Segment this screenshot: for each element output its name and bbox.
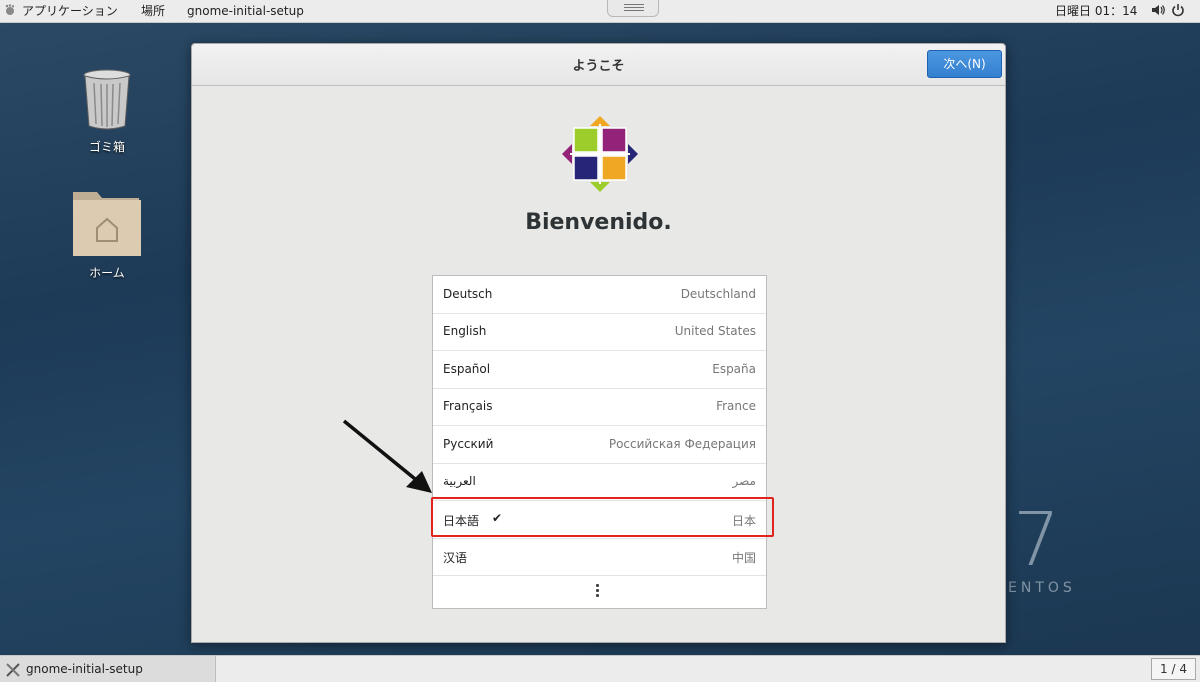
more-vertical-icon [596, 584, 600, 599]
home-folder-icon [73, 192, 141, 256]
overview-handle[interactable] [607, 0, 659, 17]
language-list: Deutsch Deutschland English United State… [432, 275, 767, 609]
window-title: ようこそ [572, 59, 625, 74]
selection-highlight-box [431, 497, 774, 537]
language-region: United States [674, 324, 756, 338]
language-region: España [712, 362, 756, 376]
more-languages-button[interactable] [433, 574, 766, 608]
taskbar-window-button[interactable]: gnome-initial-setup [0, 656, 216, 682]
language-region: 中国 [731, 551, 756, 565]
annotation-arrow-icon [342, 419, 432, 493]
language-name: Español [443, 362, 491, 376]
taskbar-window-label: gnome-initial-setup [26, 662, 143, 676]
welcome-heading: Bienvenido. [525, 210, 672, 235]
language-name: العربية [443, 474, 476, 488]
gnome-foot-icon [5, 4, 15, 15]
centos-logo-icon [562, 116, 638, 192]
language-row[interactable]: العربية مصر [433, 463, 766, 501]
centos-watermark-number: 7 [1013, 497, 1061, 583]
language-region: Российская Федерация [608, 437, 756, 451]
bottom-panel: gnome-initial-setup 1 / 4 [0, 655, 1200, 682]
clock[interactable]: 日曜日 01：14 [1055, 4, 1137, 19]
trash-label: ゴミ箱 [88, 140, 125, 154]
trash-icon [83, 69, 131, 130]
language-row[interactable]: 汉语 中国 [433, 538, 766, 576]
language-region: Deutschland [680, 287, 756, 301]
language-name: Français [443, 399, 493, 413]
initial-setup-window: ようこそ 次へ(N) Bienvenido. Deutsch Deutschla… [191, 43, 1006, 643]
language-row[interactable]: English United States [433, 313, 766, 351]
language-row[interactable]: Русский Российская Федерация [433, 426, 766, 464]
desktop-trash[interactable]: ゴミ箱 [62, 66, 152, 154]
language-name: Русский [443, 437, 494, 451]
top-panel: アプリケーション 場所 gnome-initial-setup 日曜日 01：1… [0, 0, 1200, 23]
language-row[interactable]: Español España [433, 351, 766, 389]
home-label: ホーム [89, 266, 125, 280]
language-name: English [443, 324, 487, 338]
window-header: ようこそ 次へ(N) [192, 44, 1005, 86]
language-name: 汉语 [443, 551, 468, 565]
language-name: Deutsch [443, 287, 493, 301]
desktop-home[interactable]: ホーム [62, 186, 152, 280]
power-icon[interactable] [1171, 3, 1185, 21]
language-region: مصر [732, 474, 756, 488]
language-row[interactable]: Deutsch Deutschland [433, 276, 766, 314]
setup-tools-icon [6, 663, 20, 677]
volume-icon[interactable] [1151, 3, 1165, 21]
active-app-menu[interactable]: gnome-initial-setup [187, 4, 304, 19]
applications-menu[interactable]: アプリケーション [4, 4, 118, 19]
applications-label: アプリケーション [22, 4, 118, 18]
centos-watermark-text: ENTOS [1008, 580, 1076, 596]
language-row[interactable]: Français France [433, 388, 766, 426]
language-region: France [716, 399, 756, 413]
places-menu[interactable]: 場所 [141, 4, 165, 19]
workspace-indicator[interactable]: 1 / 4 [1151, 658, 1196, 680]
next-button[interactable]: 次へ(N) [927, 50, 1002, 78]
